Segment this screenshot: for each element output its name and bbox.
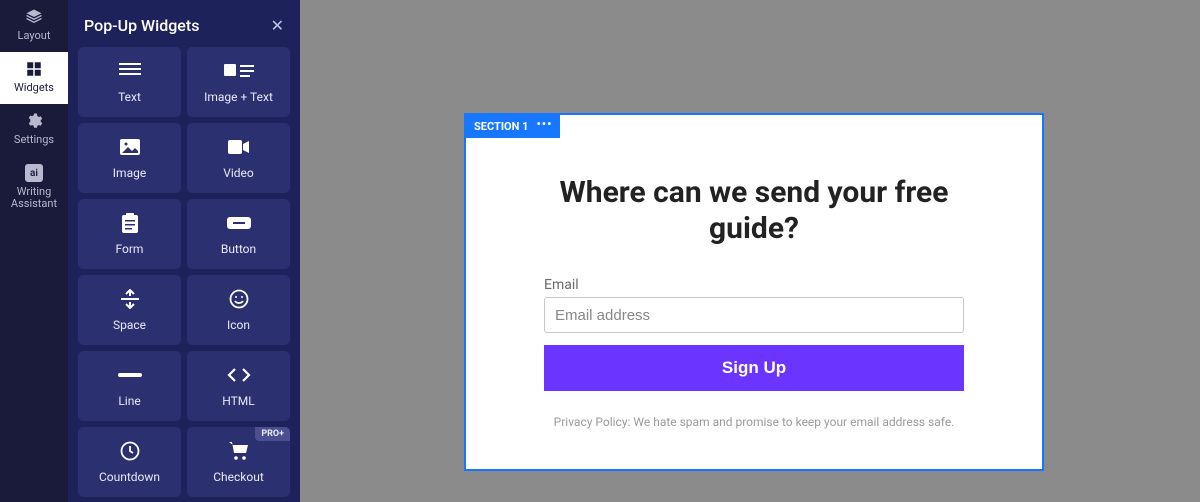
widget-label: Icon bbox=[227, 318, 250, 332]
widget-checkout[interactable]: PRO+ Checkout bbox=[187, 427, 290, 497]
nav-label: Writing Assistant bbox=[0, 186, 68, 210]
nav-label: Settings bbox=[12, 134, 56, 146]
pro-badge: PRO+ bbox=[255, 427, 290, 441]
section-tab[interactable]: SECTION 1 ••• bbox=[464, 114, 560, 138]
widget-label: Countdown bbox=[99, 470, 160, 484]
nav-item-layout[interactable]: Layout bbox=[0, 0, 68, 52]
popup-section[interactable]: SECTION 1 ••• Where can we send your fre… bbox=[464, 113, 1044, 471]
widget-label: Line bbox=[118, 394, 140, 408]
clock-icon bbox=[120, 440, 140, 462]
widget-line[interactable]: Line bbox=[78, 351, 181, 421]
widget-image-text[interactable]: Image + Text bbox=[187, 47, 290, 117]
video-icon bbox=[228, 136, 250, 158]
widget-countdown[interactable]: Countdown bbox=[78, 427, 181, 497]
privacy-text: Privacy Policy: We hate spam and promise… bbox=[544, 415, 964, 429]
image-icon bbox=[120, 136, 140, 158]
widget-label: Space bbox=[113, 318, 146, 332]
layers-icon bbox=[25, 8, 43, 26]
line-icon bbox=[118, 364, 142, 386]
widget-label: Image + Text bbox=[204, 90, 273, 104]
widgets-grid: Text Image + Text Image Video Form bbox=[68, 47, 300, 502]
button-icon bbox=[227, 212, 251, 234]
clipboard-icon bbox=[122, 212, 138, 234]
gear-icon bbox=[25, 112, 43, 130]
widget-form[interactable]: Form bbox=[78, 199, 181, 269]
widget-space[interactable]: Space bbox=[78, 275, 181, 345]
popup-content: Where can we send your free guide? Email… bbox=[466, 115, 1042, 429]
ai-icon: ai bbox=[25, 164, 43, 182]
widget-label: Image bbox=[113, 166, 146, 180]
section-menu-icon[interactable]: ••• bbox=[536, 117, 552, 131]
code-icon bbox=[227, 364, 251, 386]
widgets-icon bbox=[25, 60, 43, 78]
nav-item-widgets[interactable]: Widgets bbox=[0, 52, 68, 104]
widget-label: HTML bbox=[222, 394, 255, 408]
widget-html[interactable]: HTML bbox=[187, 351, 290, 421]
widget-label: Video bbox=[223, 166, 254, 180]
text-lines-icon bbox=[119, 60, 141, 82]
space-icon bbox=[121, 288, 139, 310]
panel-title: Pop-Up Widgets bbox=[84, 16, 199, 35]
widget-image[interactable]: Image bbox=[78, 123, 181, 193]
close-icon[interactable]: ✕ bbox=[271, 16, 284, 35]
nav-item-settings[interactable]: Settings bbox=[0, 104, 68, 156]
widget-video[interactable]: Video bbox=[187, 123, 290, 193]
widgets-panel-header: Pop-Up Widgets ✕ bbox=[68, 0, 300, 47]
image-text-icon bbox=[224, 60, 254, 82]
nav-label: Layout bbox=[16, 30, 53, 42]
widgets-panel: Pop-Up Widgets ✕ Text Image + Text Image bbox=[68, 0, 300, 502]
widget-icon[interactable]: Icon bbox=[187, 275, 290, 345]
widget-label: Checkout bbox=[213, 470, 264, 484]
widget-button[interactable]: Button bbox=[187, 199, 290, 269]
widget-text[interactable]: Text bbox=[78, 47, 181, 117]
signup-button[interactable]: Sign Up bbox=[544, 345, 964, 391]
email-input[interactable] bbox=[544, 297, 964, 333]
nav-label: Widgets bbox=[12, 82, 56, 94]
email-label: Email bbox=[544, 277, 964, 293]
smiley-icon bbox=[229, 288, 249, 310]
nav-rail: Layout Widgets Settings ai Writing Assis… bbox=[0, 0, 68, 502]
canvas[interactable]: SECTION 1 ••• Where can we send your fre… bbox=[300, 0, 1200, 502]
widget-label: Form bbox=[116, 242, 144, 256]
widget-label: Button bbox=[221, 242, 256, 256]
widget-label: Text bbox=[118, 90, 141, 104]
nav-item-writing-assistant[interactable]: ai Writing Assistant bbox=[0, 156, 68, 220]
popup-title[interactable]: Where can we send your free guide? bbox=[544, 175, 964, 247]
cart-icon bbox=[228, 440, 250, 462]
section-label: SECTION 1 bbox=[474, 120, 528, 133]
